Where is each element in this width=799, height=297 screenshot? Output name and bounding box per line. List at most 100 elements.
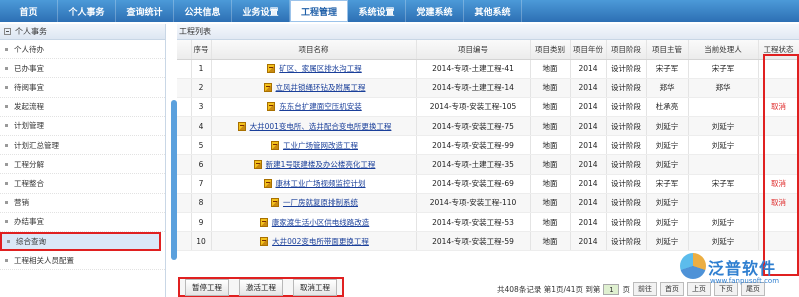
project-name-link[interactable]: 康家渡生活小区供电线路改造 bbox=[272, 218, 370, 227]
row-select-cell[interactable] bbox=[177, 154, 192, 175]
row-select-cell[interactable] bbox=[177, 97, 192, 118]
go-button[interactable]: 前往 bbox=[632, 282, 657, 296]
sidebar-header[interactable]: 个人事务 bbox=[0, 24, 165, 40]
table-row[interactable]: 2 立风井锁绳环钻及附属工程 2014-专项-土建工程-14 地面 2014 设计阶段 郑华… bbox=[177, 78, 799, 98]
sidebar-item-3[interactable]: 发起流程 bbox=[0, 98, 165, 117]
sidebar-item-0[interactable]: 个人待办 bbox=[0, 40, 165, 60]
current-handler: 刘延宁 bbox=[688, 135, 759, 156]
sidebar-item-label: 计划管理 bbox=[14, 121, 44, 131]
table-row[interactable]: 10 大井002变电所带面更换工程 2014-专项-安装工程-59 地面 2014 设计阶… bbox=[177, 231, 799, 252]
sidebar-item-11[interactable]: 工程相关人员配置 bbox=[0, 251, 165, 271]
nav-item-3[interactable]: 公共信息 bbox=[174, 0, 232, 22]
nav-item-6[interactable]: 系统设置 bbox=[348, 0, 406, 22]
row-number: 3 bbox=[191, 97, 212, 118]
project-name-link[interactable]: 新建1号联建楼及办公楼亮化工程 bbox=[266, 160, 376, 169]
nav-item-1[interactable]: 个人事务 bbox=[58, 0, 116, 22]
project-code: 2014-专项-安装工程-110 bbox=[416, 193, 531, 214]
sidebar-item-label: 个人待办 bbox=[14, 44, 44, 54]
column-header-3[interactable]: 项目编号 bbox=[416, 40, 531, 60]
row-select-cell[interactable] bbox=[177, 135, 192, 156]
pager-summary: 共408条记录 第1页/41页 到第 bbox=[497, 284, 601, 294]
column-header-0[interactable] bbox=[177, 40, 192, 60]
project-name-link[interactable]: 工业广场管网改造工程 bbox=[283, 141, 358, 150]
pause-project-button[interactable]: 暂停工程 bbox=[185, 278, 229, 296]
project-name-link[interactable]: 大井001变电所、选井配合变电所更换工程 bbox=[250, 122, 392, 131]
project-name-link[interactable]: 东东台扩建面空压机安装 bbox=[279, 102, 362, 111]
row-select-cell[interactable] bbox=[177, 116, 192, 137]
row-select-cell[interactable] bbox=[177, 78, 192, 98]
sidebar-item-9[interactable]: 办结事宜 bbox=[0, 213, 165, 232]
nav-item-4[interactable]: 业务设置 bbox=[232, 0, 290, 22]
table-row[interactable]: 5 工业广场管网改造工程 2014-专项-安装工程-99 地面 2014 设计阶段 刘延宁刘… bbox=[177, 135, 799, 156]
sidebar-item-6[interactable]: 工程分解 bbox=[0, 155, 165, 175]
table-row[interactable]: 4 大井001变电所、选井配合变电所更换工程 2014-专项-安装工程-75 地面 20… bbox=[177, 116, 799, 137]
bullet-icon bbox=[7, 239, 10, 243]
nav-item-0[interactable]: 首页 bbox=[0, 0, 58, 22]
action-toolbar: 暂停工程 激活工程 取消工程 bbox=[178, 277, 344, 297]
nav-item-8[interactable]: 其他系统 bbox=[464, 0, 522, 22]
project-category: 地面 bbox=[530, 59, 571, 79]
project-name-link[interactable]: 康林工业广场视频监控计划 bbox=[276, 179, 366, 188]
project-code: 2014-专项-土建工程-35 bbox=[416, 154, 531, 175]
row-select-cell[interactable] bbox=[177, 59, 192, 79]
project-status bbox=[758, 59, 799, 79]
sidebar-item-label: 工程整合 bbox=[14, 178, 44, 188]
column-header-2[interactable]: 项目名称 bbox=[211, 40, 417, 60]
column-header-8[interactable]: 当前处理人 bbox=[688, 40, 759, 60]
row-select-cell[interactable] bbox=[177, 231, 192, 252]
table-row[interactable]: 1 矿区、家属区排水沟工程 2014-专项-土建工程-41 地面 2014 设计阶段 宋子军… bbox=[177, 59, 799, 79]
project-manager: 刘延宁 bbox=[646, 212, 689, 233]
nav-item-7[interactable]: 党建系统 bbox=[406, 0, 464, 22]
row-select-cell[interactable] bbox=[177, 212, 192, 233]
table-row[interactable]: 8 一厂房就复原排制系统 2014-专项-安装工程-110 地面 2014 设计阶段 刘延宁… bbox=[177, 193, 799, 214]
row-select-cell[interactable] bbox=[177, 193, 192, 214]
nav-item-2[interactable]: 查询统计 bbox=[116, 0, 174, 22]
column-header-5[interactable]: 项目年份 bbox=[570, 40, 607, 60]
column-header-1[interactable]: 序号 bbox=[191, 40, 212, 60]
sidebar-item-7[interactable]: 工程整合 bbox=[0, 174, 165, 194]
sidebar-item-5[interactable]: 计划汇总管理 bbox=[0, 136, 165, 156]
collapse-icon[interactable] bbox=[4, 28, 11, 35]
project-name-link[interactable]: 一厂房就复原排制系统 bbox=[283, 198, 358, 207]
project-name-link[interactable]: 大井002变电所带面更换工程 bbox=[272, 237, 369, 246]
watermark-title: 泛普软件 bbox=[708, 259, 777, 278]
row-number: 8 bbox=[191, 193, 212, 214]
sidebar-item-1[interactable]: 已办事宜 bbox=[0, 59, 165, 79]
project-status: 取消 bbox=[758, 193, 799, 214]
project-name-link[interactable]: 矿区、家属区排水沟工程 bbox=[279, 64, 362, 73]
project-manager: 刘延宁 bbox=[646, 193, 689, 214]
nav-item-5[interactable]: 工程管理 bbox=[290, 0, 348, 22]
page-number-input[interactable]: 1 bbox=[603, 283, 620, 295]
column-header-6[interactable]: 项目阶段 bbox=[606, 40, 647, 60]
current-handler: 宋子军 bbox=[688, 174, 759, 194]
cancel-project-button[interactable]: 取消工程 bbox=[293, 278, 337, 296]
bullet-icon bbox=[5, 201, 8, 205]
project-name-link[interactable]: 立风井锁绳环钻及附属工程 bbox=[276, 83, 366, 92]
project-name-cell: 大井001变电所、选井配合变电所更换工程 bbox=[211, 116, 417, 137]
table-row[interactable]: 3 东东台扩建面空压机安装 2014-专项-安装工程-105 地面 2014 设计阶段 杜承… bbox=[177, 97, 799, 118]
sidebar-item-label: 发起流程 bbox=[14, 102, 44, 112]
column-header-9[interactable]: 工程状态 bbox=[758, 40, 799, 60]
project-manager: 刘延宁 bbox=[646, 231, 689, 252]
bullet-icon bbox=[5, 105, 8, 109]
table-row[interactable]: 6 新建1号联建楼及办公楼亮化工程 2014-专项-土建工程-35 地面 2014 设计阶… bbox=[177, 154, 799, 175]
project-category: 地面 bbox=[530, 174, 571, 194]
table-row[interactable]: 9 康家渡生活小区供电线路改造 2014-专项-安装工程-53 地面 2014 设计阶段刘… bbox=[177, 212, 799, 233]
row-select-cell[interactable] bbox=[177, 174, 192, 194]
project-stage: 设计阶段 bbox=[606, 97, 647, 118]
sidebar-item-8[interactable]: 营销 bbox=[0, 194, 165, 213]
row-number: 7 bbox=[191, 174, 212, 194]
column-header-7[interactable]: 项目主管 bbox=[646, 40, 689, 60]
table-row[interactable]: 7 康林工业广场视频监控计划 2014-专项-安装工程-69 地面 2014 设计阶段 宋子… bbox=[177, 174, 799, 194]
activate-project-button[interactable]: 激活工程 bbox=[239, 278, 283, 296]
sidebar-item-10[interactable]: 综合查询 bbox=[0, 231, 161, 252]
sidebar-item-4[interactable]: 计划管理 bbox=[0, 117, 165, 136]
project-stage: 设计阶段 bbox=[606, 212, 647, 233]
project-year: 2014 bbox=[570, 59, 607, 79]
watermark-logo-icon bbox=[680, 253, 706, 279]
current-handler: 宋子军 bbox=[688, 59, 759, 79]
sidebar-item-2[interactable]: 待阅事宜 bbox=[0, 78, 165, 98]
column-header-4[interactable]: 项目类别 bbox=[530, 40, 571, 60]
project-manager: 宋子军 bbox=[646, 59, 689, 79]
project-doc-icon bbox=[253, 160, 262, 170]
